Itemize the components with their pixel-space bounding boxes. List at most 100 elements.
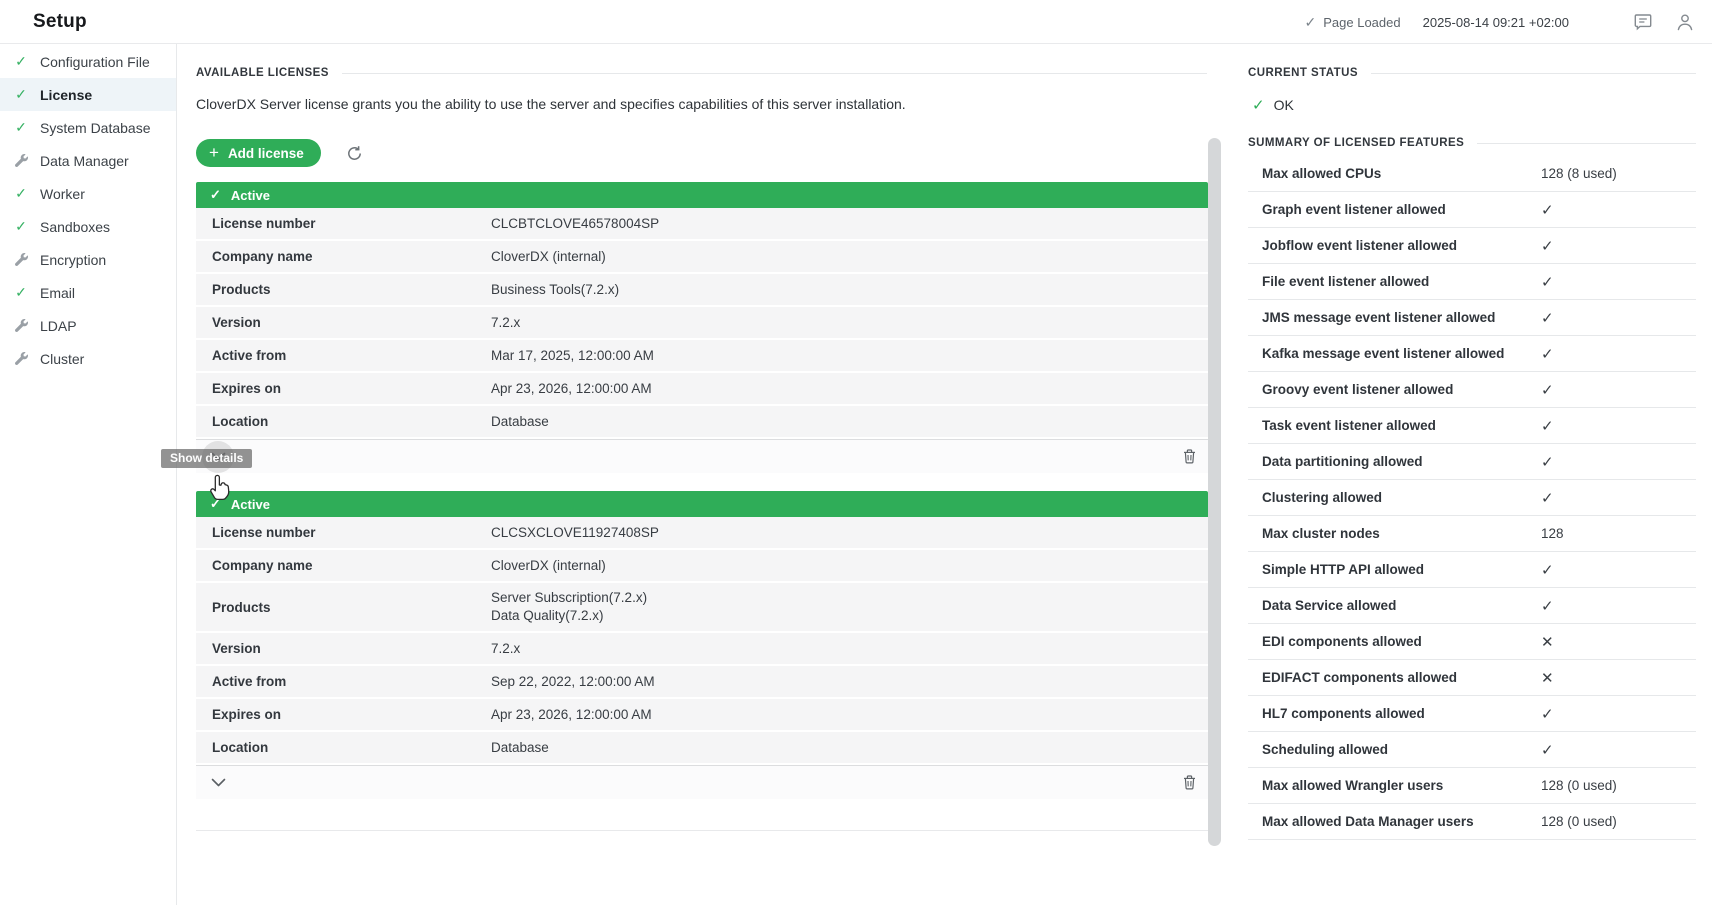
license-status-bar: ✓Active <box>196 491 1208 517</box>
check-icon: ✓ <box>13 185 29 202</box>
sidebar-item-label: Configuration File <box>40 54 150 70</box>
feature-row: Groovy event listener allowed✓ <box>1248 372 1696 408</box>
license-status-label: Active <box>231 188 270 203</box>
chevron-down-icon <box>211 778 226 787</box>
user-account-icon[interactable] <box>1674 11 1696 33</box>
feature-label: Max allowed Wrangler users <box>1248 778 1541 793</box>
feature-row: Max allowed Data Manager users128 (0 use… <box>1248 804 1696 840</box>
refresh-licenses-button[interactable] <box>346 145 363 162</box>
summary-header: SUMMARY OF LICENSED FEATURES <box>1248 137 1696 149</box>
detail-label: Location <box>196 414 491 429</box>
wrench-icon <box>13 253 29 266</box>
check-icon: ✓ <box>13 53 29 70</box>
add-license-label: Add license <box>228 146 304 161</box>
page-loaded-status: ✓ Page Loaded <box>1305 14 1401 31</box>
available-licenses-title: AVAILABLE LICENSES <box>196 67 329 79</box>
license-detail-row: Version7.2.x <box>196 633 1208 666</box>
sidebar-item-license[interactable]: ✓ License <box>0 78 176 111</box>
check-icon: ✓ <box>1541 453 1554 471</box>
feature-row: EDIFACT components allowed✕ <box>1248 660 1696 696</box>
sidebar-item-label: Cluster <box>40 351 84 367</box>
wrench-icon <box>13 319 29 332</box>
delete-license-button[interactable] <box>1183 449 1196 464</box>
feature-label: File event listener allowed <box>1248 274 1541 289</box>
feature-label: HL7 components allowed <box>1248 706 1541 721</box>
feature-label: Clustering allowed <box>1248 490 1541 505</box>
add-license-button[interactable]: + Add license <box>196 139 321 167</box>
sidebar-item-data-manager[interactable]: Data Manager <box>0 144 176 177</box>
sidebar-item-encryption[interactable]: Encryption <box>0 243 176 276</box>
check-icon: ✓ <box>13 218 29 235</box>
license-detail-row: Company nameCloverDX (internal) <box>196 550 1208 583</box>
license-card: ✓ActiveLicense numberCLCSXCLOVE11927408S… <box>196 491 1208 799</box>
license-detail-row: Version7.2.x <box>196 307 1208 340</box>
license-detail-row: LocationDatabase <box>196 732 1208 765</box>
check-icon: ✓ <box>1252 96 1265 114</box>
sidebar-item-worker[interactable]: ✓ Worker <box>0 177 176 210</box>
detail-label: Expires on <box>196 707 491 722</box>
header-rule <box>1371 73 1696 74</box>
vertical-scrollbar[interactable] <box>1208 138 1221 846</box>
sidebar-item-system-database[interactable]: ✓System Database <box>0 111 176 144</box>
wrench-icon <box>13 352 29 365</box>
check-icon: ✓ <box>1541 345 1554 363</box>
feature-row: Clustering allowed✓ <box>1248 480 1696 516</box>
check-icon: ✓ <box>13 86 29 103</box>
feature-value: 128 (0 used) <box>1541 814 1617 829</box>
server-timestamp: 2025-08-14 09:21 +02:00 <box>1423 15 1569 30</box>
feature-label: Jobflow event listener allowed <box>1248 238 1541 253</box>
sidebar-item-label: License <box>40 87 92 103</box>
license-card: ✓ActiveLicense numberCLCBTCLOVE46578004S… <box>196 182 1208 473</box>
page-title: Setup <box>33 11 87 33</box>
cross-icon: ✕ <box>1541 669 1554 687</box>
detail-label: Location <box>196 740 491 755</box>
sidebar-item-configuration-file[interactable]: ✓ Configuration File <box>0 45 176 78</box>
feature-label: Groovy event listener allowed <box>1248 382 1541 397</box>
feature-label: Max allowed CPUs <box>1248 166 1541 181</box>
detail-label: Expires on <box>196 381 491 396</box>
app-header: Setup ✓ Page Loaded 2025-08-14 09:21 +02… <box>0 0 1712 44</box>
setup-page: Setup ✓ Page Loaded 2025-08-14 09:21 +02… <box>0 0 1712 905</box>
detail-label: Company name <box>196 249 491 264</box>
feature-label: Data Service allowed <box>1248 598 1541 613</box>
feedback-message-icon[interactable] <box>1632 11 1654 33</box>
feature-row: Task event listener allowed✓ <box>1248 408 1696 444</box>
detail-label: Active from <box>196 674 491 689</box>
detail-value: Sep 22, 2022, 12:00:00 AM <box>491 673 655 691</box>
sidebar-item-sandboxes[interactable]: ✓Sandboxes <box>0 210 176 243</box>
feature-label: Scheduling allowed <box>1248 742 1541 757</box>
feature-row: Max allowed CPUs128 (8 used) <box>1248 156 1696 192</box>
sidebar-item-ldap[interactable]: LDAP <box>0 309 176 342</box>
sidebar-item-email[interactable]: ✓Email <box>0 276 176 309</box>
feature-label: Task event listener allowed <box>1248 418 1541 433</box>
detail-value: Business Tools(7.2.x) <box>491 281 619 299</box>
check-icon: ✓ <box>1541 417 1554 435</box>
sidebar-item-label: Worker <box>40 186 85 202</box>
trash-icon <box>1183 775 1196 790</box>
sidebar-item-cluster[interactable]: Cluster <box>0 342 176 375</box>
detail-label: License number <box>196 525 491 540</box>
detail-value: Apr 23, 2026, 12:00:00 AM <box>491 706 652 724</box>
show-details-tooltip: Show details <box>161 449 252 468</box>
plus-icon: + <box>209 144 219 163</box>
detail-label: Products <box>196 282 491 297</box>
current-status-header: CURRENT STATUS <box>1248 67 1696 79</box>
show-details-button[interactable] <box>202 767 234 799</box>
feature-row: EDI components allowed✕ <box>1248 624 1696 660</box>
setup-sidebar: ✓ Configuration File ✓ License ✓System Datab… <box>0 44 177 905</box>
license-detail-row: ProductsBusiness Tools(7.2.x) <box>196 274 1208 307</box>
feature-row: Data Service allowed✓ <box>1248 588 1696 624</box>
license-detail-row: License numberCLCBTCLOVE46578004SP <box>196 208 1208 241</box>
detail-value: 7.2.x <box>491 640 520 658</box>
feature-label: Kafka message event listener allowed <box>1248 346 1541 361</box>
status-panel: CURRENT STATUS ✓ OK SUMMARY OF LICENSED … <box>1248 44 1696 905</box>
license-detail-row: ProductsServer Subscription(7.2.x) Data … <box>196 583 1208 633</box>
delete-license-button[interactable] <box>1183 775 1196 790</box>
header-rule <box>342 73 1207 74</box>
feature-row: Max allowed Wrangler users128 (0 used) <box>1248 768 1696 804</box>
detail-value: Server Subscription(7.2.x) Data Quality(… <box>491 589 647 625</box>
check-icon: ✓ <box>1305 14 1317 31</box>
current-status-value: ✓ OK <box>1252 96 1696 114</box>
license-status-label: Active <box>231 497 270 512</box>
detail-value: CloverDX (internal) <box>491 248 606 266</box>
